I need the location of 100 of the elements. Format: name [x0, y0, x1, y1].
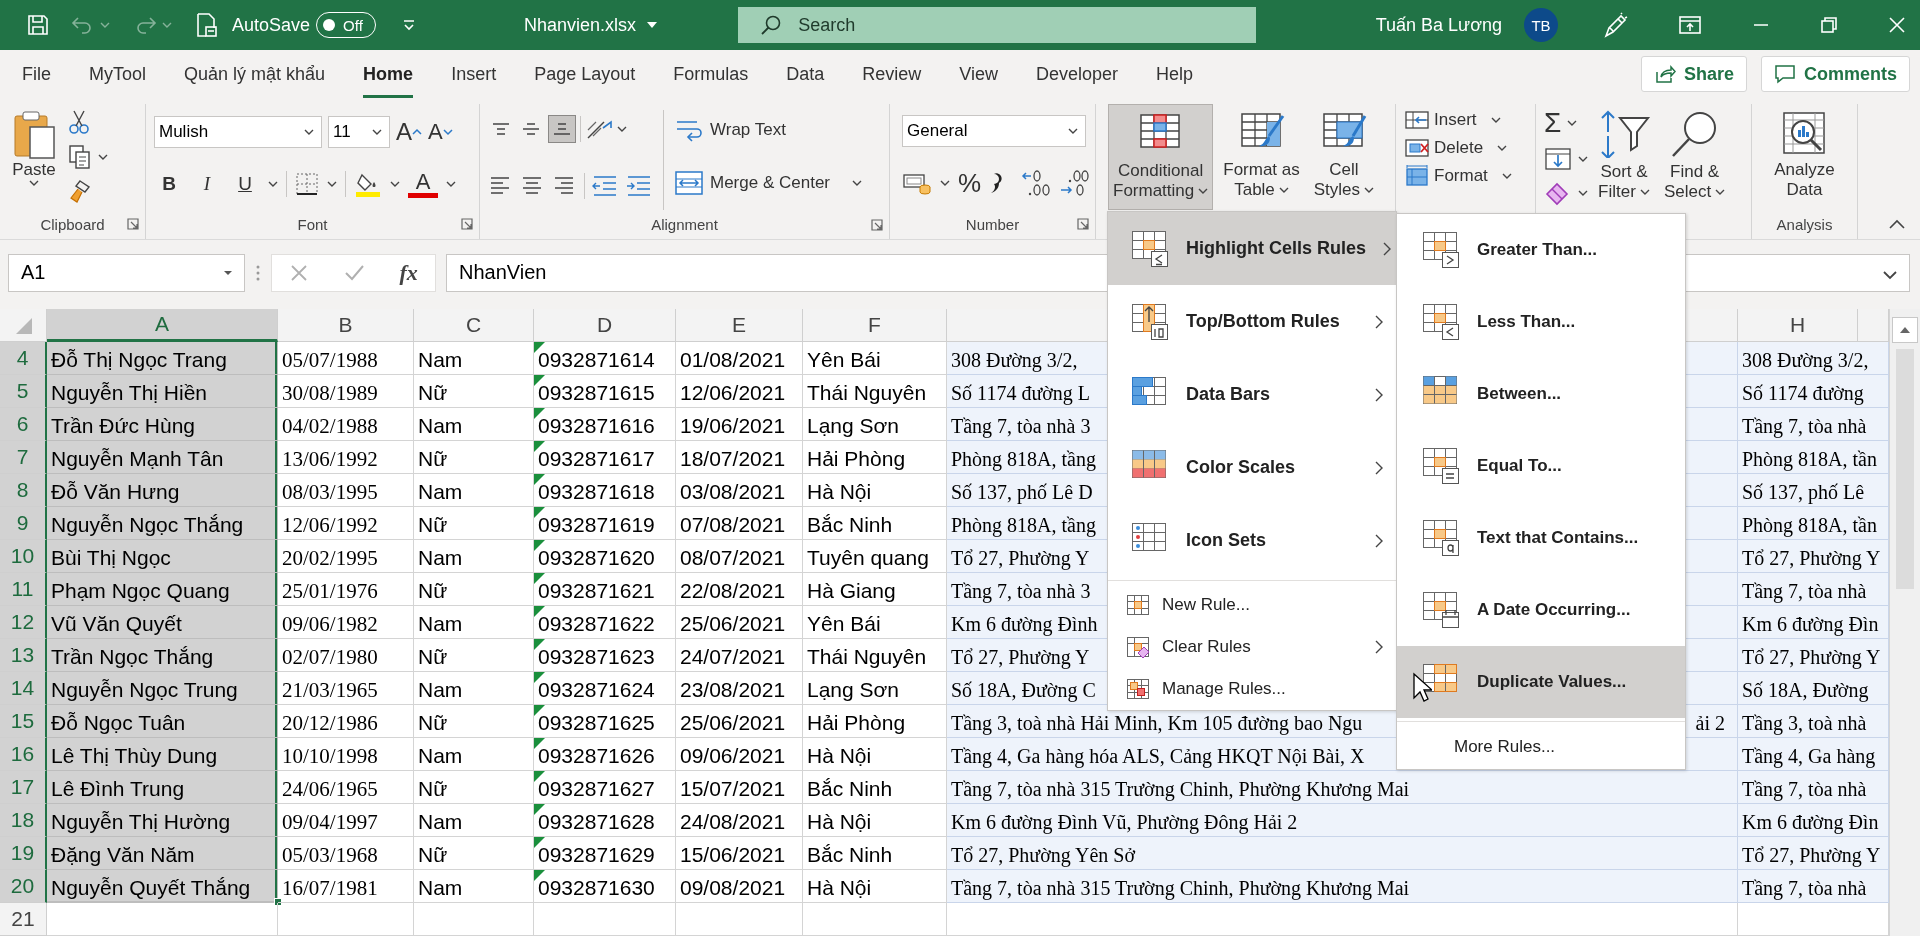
caret-icon[interactable] [1567, 120, 1578, 126]
ribbon-tab[interactable]: Insert [451, 50, 497, 98]
row-header[interactable]: 6 [0, 408, 47, 441]
column-header[interactable]: E [676, 309, 803, 342]
increase-decimal-icon[interactable] [1021, 168, 1052, 198]
ribbon-tab[interactable]: Developer [1036, 50, 1119, 98]
analyze-data-button[interactable]: Analyze Data [1770, 104, 1839, 209]
caret-icon[interactable] [98, 153, 108, 160]
dropdown-icon[interactable] [646, 21, 659, 29]
paste-button[interactable]: Paste [8, 104, 60, 209]
align-bottom-button[interactable] [548, 115, 576, 143]
underline-button[interactable]: U [230, 173, 260, 195]
wrap-text-button[interactable]: Wrap Text [674, 117, 862, 143]
fill-down-icon[interactable] [1544, 146, 1572, 172]
font-color-button[interactable]: A [408, 170, 438, 198]
file-name[interactable]: Nhanvien.xlsx [524, 14, 637, 36]
dialog-launcher-icon[interactable] [461, 218, 473, 230]
row-header[interactable]: 17 [0, 771, 47, 804]
column-header[interactable]: A [47, 309, 278, 342]
row-header[interactable]: 10 [0, 540, 47, 573]
row-header[interactable]: 16 [0, 738, 47, 771]
caret-icon[interactable] [446, 181, 456, 187]
percent-style-button[interactable]: % [958, 167, 982, 199]
menu-item[interactable]: Duplicate Values... [1397, 646, 1685, 718]
increase-indent-icon[interactable] [625, 174, 653, 198]
decrease-decimal-icon[interactable] [1059, 168, 1090, 198]
scroll-up-button[interactable] [1892, 317, 1918, 343]
close-icon[interactable] [1888, 16, 1906, 34]
find-select-button[interactable]: Find & Select [1660, 104, 1730, 209]
copy-icon[interactable] [68, 143, 92, 170]
display-options-icon[interactable] [1678, 14, 1702, 36]
insert-function-button[interactable]: fx [399, 259, 418, 286]
ribbon-tab[interactable]: Formulas [673, 50, 749, 98]
ribbon-tab[interactable]: MyTool [89, 50, 147, 98]
italic-button[interactable]: I [192, 173, 222, 195]
conditional-formatting-button[interactable]: Conditional Formatting [1108, 104, 1214, 210]
caret-icon[interactable] [390, 181, 400, 187]
row-header[interactable]: 21 [0, 903, 47, 936]
insert-button[interactable]: Insert [1404, 108, 1512, 132]
dialog-launcher-icon[interactable] [127, 218, 139, 230]
ribbon-tab[interactable]: Help [1156, 50, 1194, 98]
row-header[interactable]: 18 [0, 804, 47, 837]
save-icon[interactable] [26, 13, 50, 37]
number-format-box[interactable]: General [902, 114, 1086, 147]
row-header[interactable]: 9 [0, 507, 47, 540]
row-header[interactable]: 15 [0, 705, 47, 738]
increase-font-size-button[interactable]: A [396, 117, 422, 146]
document-icon[interactable] [194, 12, 218, 38]
currency-icon[interactable] [902, 171, 932, 195]
column-header[interactable]: C [414, 309, 534, 342]
font-name-box[interactable]: Mulish [154, 115, 322, 148]
row-header[interactable]: 7 [0, 441, 47, 474]
autosum-button[interactable]: Σ [1544, 108, 1562, 138]
cut-icon[interactable] [68, 108, 90, 135]
caret-icon[interactable] [940, 180, 950, 186]
delete-button[interactable]: Delete [1404, 136, 1512, 160]
ribbon-tab[interactable]: Data [786, 50, 825, 98]
user-name[interactable]: Tuấn Ba Lương [1375, 14, 1502, 36]
row-header[interactable]: 11 [0, 573, 47, 606]
column-header[interactable]: B [278, 309, 414, 342]
font-size-box[interactable]: 11 [328, 115, 390, 148]
column-header[interactable]: H [1738, 309, 1858, 342]
cell-styles-button[interactable]: Cell Styles [1309, 104, 1379, 210]
name-box[interactable]: A1 [8, 253, 245, 292]
borders-icon[interactable] [295, 172, 319, 196]
caret-icon[interactable] [268, 181, 278, 187]
row-header[interactable]: 5 [0, 375, 47, 408]
comments-button[interactable]: Comments [1761, 56, 1910, 92]
user-avatar[interactable]: TB [1524, 8, 1558, 42]
caret-icon[interactable] [327, 181, 337, 187]
pen-icon[interactable] [1602, 12, 1628, 38]
ribbon-tab[interactable]: Review [862, 50, 922, 98]
row-header[interactable]: 4 [0, 342, 47, 375]
row-header[interactable]: 19 [0, 837, 47, 870]
decrease-font-size-button[interactable]: A [428, 118, 453, 145]
ribbon-tab[interactable]: Quản lý mật khẩu [184, 50, 326, 98]
ribbon-tab[interactable]: File [22, 50, 51, 98]
fill-color-icon[interactable] [354, 171, 382, 197]
format-painter-icon[interactable] [68, 178, 92, 205]
collapse-ribbon-icon[interactable] [1888, 219, 1906, 229]
caret-icon[interactable] [1578, 190, 1588, 196]
column-header[interactable]: D [534, 309, 676, 342]
caret-icon[interactable] [1578, 156, 1588, 162]
dialog-launcher-icon[interactable] [1077, 218, 1089, 230]
caret-icon[interactable] [617, 126, 627, 132]
merge-center-button[interactable]: Merge & Center [674, 169, 862, 197]
row-header[interactable]: 14 [0, 672, 47, 705]
format-as-table-button[interactable]: Format as Table [1219, 104, 1304, 210]
menu-item[interactable]: Greater Than... [1397, 214, 1685, 286]
row-header[interactable]: 12 [0, 606, 47, 639]
ribbon-tab[interactable]: Page Layout [534, 50, 636, 98]
share-button[interactable]: Share [1640, 56, 1747, 92]
search-field[interactable]: Search [738, 7, 1257, 43]
format-button[interactable]: Format [1404, 164, 1512, 188]
fill-handle[interactable] [274, 898, 282, 906]
row-header[interactable]: 8 [0, 474, 47, 507]
sort-filter-button[interactable]: Sort & Filter [1592, 104, 1656, 209]
row-header[interactable]: 20 [0, 870, 47, 903]
decrease-indent-icon[interactable] [591, 174, 619, 198]
dialog-launcher-icon[interactable] [871, 218, 883, 231]
